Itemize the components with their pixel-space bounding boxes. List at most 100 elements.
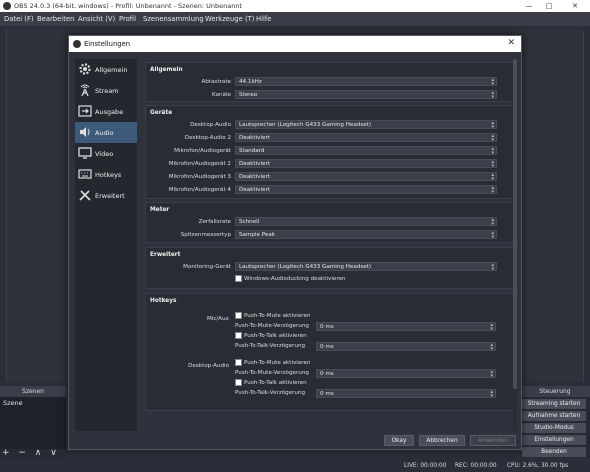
- row-device: Mikrofon/Audiogerät 4 Deaktiviert ▴ ▾: [146, 185, 516, 195]
- push-to-mute-delay-input[interactable]: 0 ms ▴ ▾: [316, 322, 496, 332]
- push-to-mute-checkbox[interactable]: [235, 312, 242, 319]
- checkbox-label: Push-To-Talk aktivieren: [244, 333, 307, 339]
- group-hotkeys: Hotkeys Mic/Aux Push-To-Mute aktivieren …: [145, 293, 515, 411]
- select-value: Deaktiviert: [239, 135, 270, 142]
- field-label: Mikrofon/Audiogerät 2: [168, 161, 231, 167]
- ok-button[interactable]: Okay: [384, 435, 414, 446]
- mic-3-select[interactable]: Deaktiviert ▴ ▾: [235, 172, 497, 182]
- dialog-title-bar: Einstellungen ✕: [69, 36, 521, 52]
- select-value: Deaktiviert: [239, 174, 270, 181]
- ducking-checkbox[interactable]: [235, 275, 242, 282]
- nav-audio[interactable]: Audio: [75, 122, 137, 143]
- start-streaming-button[interactable]: Streaming starten: [522, 399, 586, 409]
- nav-allgemein[interactable]: Allgemein: [75, 59, 137, 80]
- row-device: Desktop-Audio Lautsprecher (Logitech G43…: [146, 120, 516, 130]
- group-erweitert: Erweitert Monitoring-Gerät Lautsprecher …: [145, 247, 515, 289]
- nav-video[interactable]: Video: [75, 143, 137, 164]
- nav-label: Allgemein: [95, 66, 128, 74]
- scrollbar-thumb[interactable]: [513, 59, 517, 389]
- cancel-button[interactable]: Abbrechen: [419, 435, 465, 446]
- checkbox-label: Push-To-Mute aktivieren: [244, 360, 311, 366]
- row-monitoring: Monitoring-Gerät Lautsprecher (Logitech …: [146, 262, 516, 272]
- push-to-talk-delay-input[interactable]: 0 ms ▴ ▾: [316, 342, 496, 352]
- row-abtastrate: Abtastrate 44.1kHz ▴ ▾: [146, 77, 516, 87]
- desktop-audio-select[interactable]: Lautsprecher (Logitech G433 Gaming Heads…: [235, 120, 497, 130]
- nav-stream[interactable]: Stream: [75, 80, 137, 101]
- spin-value: 0 ms: [320, 344, 334, 351]
- exit-button[interactable]: Beenden: [522, 447, 586, 457]
- menu-bar: Datei (F) Bearbeiten Ansicht (V) Profil …: [0, 12, 590, 26]
- apply-button[interactable]: Anwenden: [470, 435, 516, 446]
- settings-content: Allgemein Abtastrate 44.1kHz ▴ ▾ Kanäle St…: [142, 59, 518, 431]
- close-button[interactable]: ✕: [566, 1, 584, 11]
- hotkey-section-label: Desktop-Audio: [188, 363, 229, 369]
- mic-2-select[interactable]: Deaktiviert ▴ ▾: [235, 159, 497, 169]
- obs-logo-icon: [73, 40, 81, 48]
- start-recording-button[interactable]: Aufnahme starten: [522, 411, 586, 421]
- updown-icon: ▴ ▾: [491, 230, 494, 240]
- window-title: OBS 24.0.3 (64-bit, windows) - Profil: U…: [14, 2, 242, 10]
- mic-select[interactable]: Standard ▴ ▾: [235, 146, 497, 156]
- settings-button[interactable]: Einstellungen: [522, 435, 586, 445]
- field-label: Zerfallsrate: [198, 219, 231, 225]
- updown-icon: ▴ ▾: [491, 172, 494, 182]
- nav-label: Audio: [95, 129, 114, 137]
- updown-icon: ▴ ▾: [491, 146, 494, 156]
- menu-ansicht[interactable]: Ansicht (V): [78, 15, 115, 23]
- gear-icon: [79, 63, 91, 75]
- nav-ausgabe[interactable]: Ausgabe: [75, 101, 137, 122]
- group-title: Hotkeys: [150, 298, 177, 304]
- updown-icon: ▴ ▾: [491, 217, 494, 227]
- field-label: Push-To-Mute-Verzögerung: [235, 370, 309, 376]
- updown-icon: ▴ ▾: [490, 342, 493, 352]
- field-label: Push-To-Talk-Verzögerung: [235, 390, 306, 396]
- updown-icon: ▴ ▾: [491, 133, 494, 143]
- field-label: Abtastrate: [201, 79, 231, 85]
- cpu-status: CPU: 2.6%, 30.00 fps: [507, 463, 569, 469]
- obs-title-bar: OBS 24.0.3 (64-bit, windows) - Profil: U…: [0, 0, 590, 12]
- push-to-mute-checkbox[interactable]: [235, 359, 242, 366]
- menu-szenensammlung[interactable]: Szenensammlung: [143, 15, 204, 23]
- select-value: Lautsprecher (Logitech G433 Gaming Heads…: [239, 122, 372, 129]
- nav-erweitert[interactable]: Erweitert: [75, 185, 137, 206]
- push-to-mute-delay-input[interactable]: 0 ms ▴ ▾: [316, 369, 496, 379]
- menu-datei[interactable]: Datei (F): [4, 15, 34, 23]
- menu-profil[interactable]: Profil: [119, 15, 136, 23]
- menu-hilfe[interactable]: Hilfe: [256, 15, 271, 23]
- menu-bearbeiten[interactable]: Bearbeiten: [37, 15, 74, 23]
- dialog-close-button[interactable]: ✕: [507, 38, 515, 48]
- desktop-audio-2-select[interactable]: Deaktiviert ▴ ▾: [235, 133, 497, 143]
- monitoring-device-select[interactable]: Lautsprecher (Logitech G433 Gaming Heads…: [235, 262, 497, 272]
- menu-werkzeuge[interactable]: Werkzeuge (T): [205, 15, 254, 23]
- spin-value: 0 ms: [320, 324, 334, 331]
- scene-buttons[interactable]: + − ∧ ∨: [2, 448, 60, 458]
- decay-rate-select[interactable]: Schnell ▴ ▾: [235, 217, 497, 227]
- field-label: Kanäle: [212, 92, 231, 98]
- field-label: Mikrofon/Audiogerät 4: [168, 187, 231, 193]
- content-scrollbar[interactable]: [513, 59, 517, 431]
- updown-icon: ▴ ▾: [491, 77, 494, 87]
- studio-mode-button[interactable]: Studio-Modus: [522, 423, 586, 433]
- peak-meter-select[interactable]: Sample Peak ▴ ▾: [235, 230, 497, 240]
- push-to-talk-checkbox[interactable]: [235, 379, 242, 386]
- mic-4-select[interactable]: Deaktiviert ▴ ▾: [235, 185, 497, 195]
- push-to-talk-delay-input[interactable]: 0 ms ▴ ▾: [316, 389, 496, 399]
- rec-status: REC: 00:00:00: [455, 463, 497, 469]
- row-device: Mikrofon/Audiogerät 3 Deaktiviert ▴ ▾: [146, 172, 516, 182]
- controls-title: Steuerung: [520, 386, 590, 397]
- nav-label: Erweitert: [95, 192, 125, 200]
- minimize-button[interactable]: —: [520, 1, 538, 11]
- push-to-talk-checkbox[interactable]: [235, 332, 242, 339]
- scenes-list: Szene: [0, 397, 66, 449]
- antenna-icon: [80, 84, 90, 97]
- scene-item[interactable]: Szene: [3, 399, 23, 407]
- sample-rate-select[interactable]: 44.1kHz ▴ ▾: [235, 77, 497, 87]
- nav-hotkeys[interactable]: Hotkeys: [75, 164, 137, 185]
- checkbox-label: Push-To-Mute aktivieren: [244, 313, 311, 319]
- group-title: Geräte: [150, 110, 173, 116]
- checkbox-label: Push-To-Talk aktivieren: [244, 380, 307, 386]
- group-title: Meter: [150, 207, 170, 213]
- obs-logo-icon: [3, 2, 11, 10]
- maximize-button[interactable]: □: [540, 1, 558, 11]
- channels-select[interactable]: Stereo ▴ ▾: [235, 90, 497, 100]
